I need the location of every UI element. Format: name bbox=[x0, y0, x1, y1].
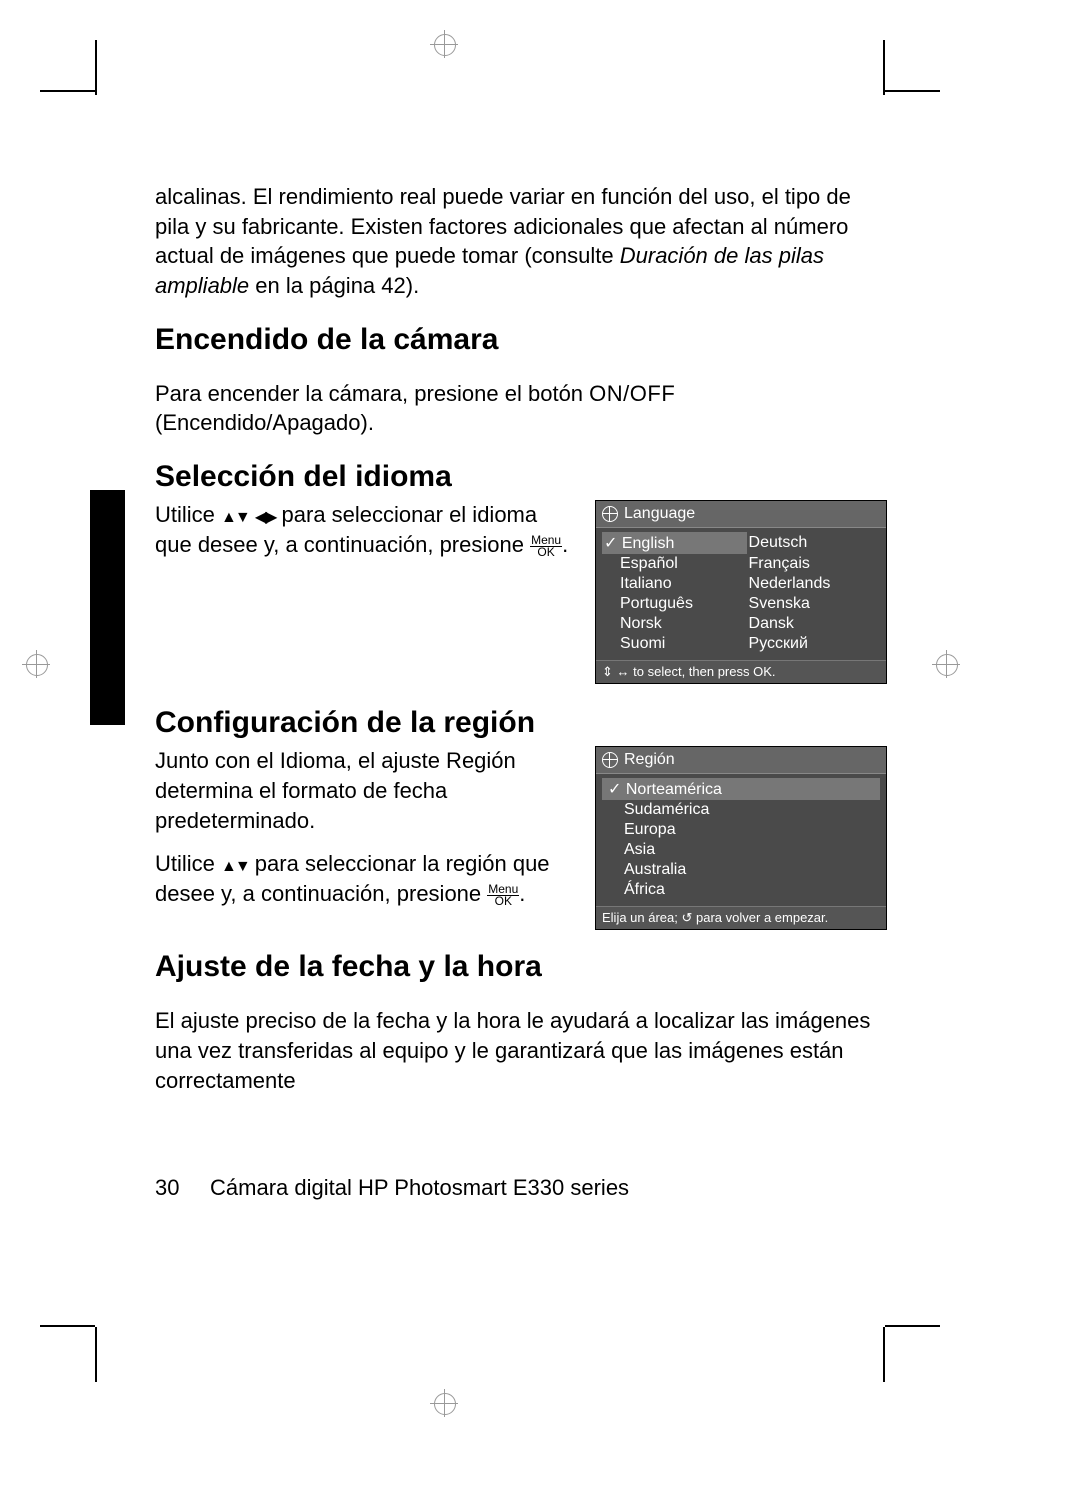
language-instruction: Utilice para seleccionar el idioma que d… bbox=[155, 500, 575, 559]
registration-mark-icon bbox=[430, 30, 458, 58]
menu-ok-button-icon: MenuOK bbox=[487, 884, 519, 907]
region-footer-a: Elija un área; bbox=[602, 910, 682, 925]
power-on-text-b: (Encendido/Apagado). bbox=[155, 410, 374, 435]
lang-option: Dansk bbox=[747, 614, 880, 634]
crop-mark bbox=[883, 1327, 885, 1382]
region-lcd-title: Región bbox=[624, 751, 675, 769]
page-footer: 30 Cámara digital HP Photosmart E330 ser… bbox=[155, 1175, 885, 1201]
updown-icon: ⇕ bbox=[602, 664, 613, 679]
lang-option: Svenska bbox=[747, 594, 880, 614]
power-on-text-a: Para encender la cámara, presione el bot… bbox=[155, 381, 589, 406]
registration-mark-icon bbox=[22, 650, 50, 678]
region-footer-b: para volver a empezar. bbox=[692, 910, 828, 925]
page-number: 30 bbox=[155, 1175, 179, 1200]
language-lcd-title: Language bbox=[624, 505, 695, 523]
region-option: África bbox=[602, 880, 880, 900]
crop-mark bbox=[95, 1327, 97, 1382]
heading-date-time: Ajuste de la fecha y la hora bbox=[155, 950, 885, 984]
globe-icon bbox=[602, 752, 618, 768]
region-option: Sudamérica bbox=[602, 800, 880, 820]
region-paragraph-1: Junto con el Idioma, el ajuste Región de… bbox=[155, 746, 575, 835]
language-tab bbox=[90, 490, 125, 725]
intro-text-b: en la página 42). bbox=[249, 273, 419, 298]
date-time-paragraph: El ajuste preciso de la fecha y la hora … bbox=[155, 1006, 885, 1095]
crop-mark bbox=[95, 40, 97, 95]
lcd-footer-text: to select, then press OK. bbox=[633, 664, 775, 679]
heading-power-on: Encendido de la cámara bbox=[155, 323, 885, 357]
crop-mark bbox=[885, 1325, 940, 1327]
region-text-a: Utilice bbox=[155, 851, 221, 876]
arrow-left-right-icon bbox=[255, 502, 276, 527]
lang-text-a: Utilice bbox=[155, 502, 221, 527]
lang-option: Italiano bbox=[602, 574, 747, 594]
language-tab-label: Español bbox=[69, 600, 90, 720]
leftright-icon: ↔ bbox=[617, 664, 630, 679]
onoff-button-label: ON/OFF bbox=[589, 381, 675, 406]
region-text-c: . bbox=[519, 881, 525, 906]
arrow-up-down-icon bbox=[221, 502, 249, 527]
region-option: Australia bbox=[602, 860, 880, 880]
crop-mark bbox=[883, 40, 885, 95]
arrow-up-down-icon bbox=[221, 851, 249, 876]
globe-icon bbox=[602, 506, 618, 522]
region-lcd-footer: Elija un área; para volver a empezar. bbox=[596, 906, 886, 929]
lang-option: Français bbox=[747, 554, 880, 574]
menu-ok-button-icon: MenuOK bbox=[530, 535, 562, 558]
lang-option: Русский bbox=[747, 634, 880, 654]
power-on-paragraph: Para encender la cámara, presione el bot… bbox=[155, 379, 885, 438]
intro-paragraph: alcalinas. El rendimiento real puede var… bbox=[155, 182, 885, 301]
page-content: alcalinas. El rendimiento real puede var… bbox=[155, 160, 885, 1117]
lang-option-selected: English bbox=[602, 532, 747, 554]
region-paragraph-2: Utilice para seleccionar la región que d… bbox=[155, 849, 575, 908]
registration-mark-icon bbox=[932, 650, 960, 678]
crop-mark bbox=[885, 90, 940, 92]
heading-region-config: Configuración de la región bbox=[155, 706, 885, 740]
footer-title: Cámara digital HP Photosmart E330 series bbox=[210, 1175, 629, 1200]
lang-option: Norsk bbox=[602, 614, 747, 634]
language-lcd-footer: ⇕ ↔ to select, then press OK. bbox=[596, 660, 886, 683]
region-option: Asia bbox=[602, 840, 880, 860]
registration-mark-icon bbox=[430, 1389, 458, 1417]
heading-language-select: Selección del idioma bbox=[155, 460, 885, 494]
language-lcd-screenshot: Language EnglishDeutsch EspañolFrançais … bbox=[595, 500, 887, 684]
lang-option: Deutsch bbox=[747, 532, 880, 554]
region-lcd-screenshot: Región Norteamérica Sudamérica Europa As… bbox=[595, 746, 887, 930]
lang-option: Nederlands bbox=[747, 574, 880, 594]
lang-option: Português bbox=[602, 594, 747, 614]
lang-option: Suomi bbox=[602, 634, 747, 654]
region-option-selected: Norteamérica bbox=[602, 778, 880, 800]
crop-mark bbox=[40, 1325, 95, 1327]
region-option: Europa bbox=[602, 820, 880, 840]
lang-option: Español bbox=[602, 554, 747, 574]
crop-mark bbox=[40, 90, 95, 92]
undo-icon bbox=[682, 910, 693, 925]
lang-text-c: . bbox=[562, 532, 568, 557]
